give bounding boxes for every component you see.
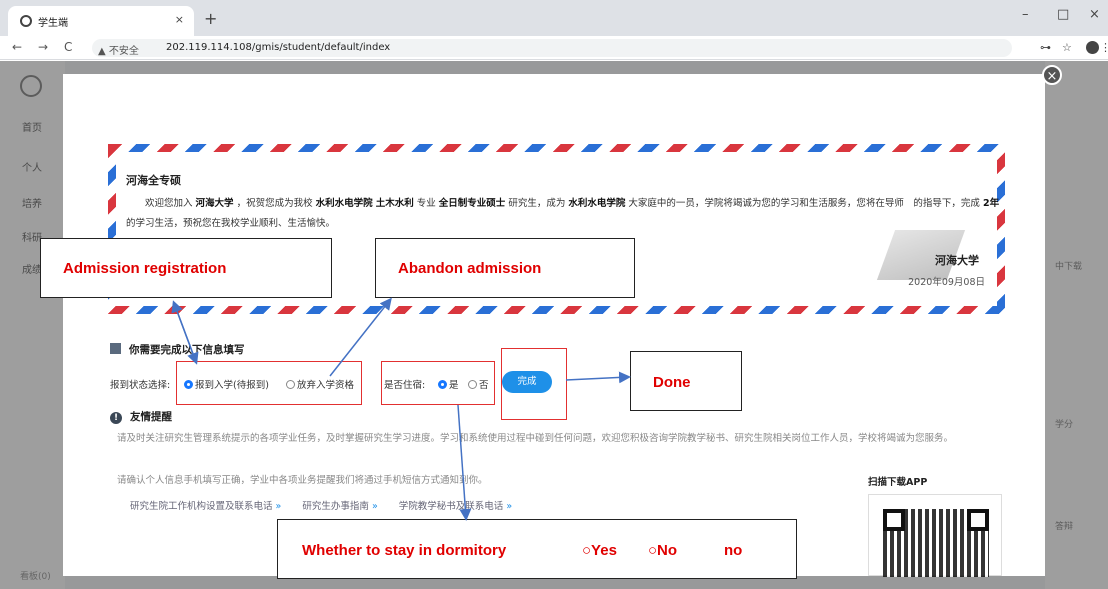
link-text[interactable]: 研究生院工作机构设置及联系电话 (130, 501, 273, 512)
callout-dorm: Whether to stay in dormitory ○Yes ○No no (277, 519, 797, 579)
callout-text: Abandon admission (398, 260, 542, 277)
chevron-right-icon: » (371, 501, 378, 512)
callout-text: no (724, 542, 743, 559)
tips-title: ! 友情提醒 (110, 409, 172, 424)
callout-text: ○Yes (582, 542, 617, 559)
link-guide[interactable]: 研究生办事指南 » (302, 501, 377, 512)
password-key-icon[interactable]: ⊶ (1040, 41, 1051, 54)
reload-button[interactable]: C (64, 40, 72, 54)
form-section-title: 你需要完成以下信息填写 (110, 342, 245, 357)
chevron-right-icon: » (275, 501, 282, 512)
section-icon (110, 343, 121, 354)
letter-date: 2020年09月08日 (908, 277, 985, 288)
back-button[interactable]: ← (12, 40, 22, 54)
link-text[interactable]: 研究生办事指南 (302, 501, 369, 512)
callout-done: Done (630, 351, 742, 411)
callout-text: ○No (648, 542, 678, 559)
callout-text: Whether to stay in dormitory (302, 542, 507, 559)
callout-text: Done (653, 374, 691, 391)
browser-tab-bar: 学生端 × + – □ × (0, 0, 1108, 36)
url-text: 202.119.114.108/gmis/student/default/ind… (166, 42, 391, 53)
link-org-contacts[interactable]: 研究生院工作机构设置及联系电话 » (130, 501, 281, 512)
qr-finder (883, 509, 905, 531)
chevron-right-icon: » (506, 501, 513, 512)
highlight-dorm (381, 361, 495, 405)
address-bar: ← → C ▲ 不安全 202.119.114.108/gmis/student… (0, 36, 1108, 60)
bookmark-star-icon[interactable]: ☆ (1062, 41, 1072, 54)
letter-text: 大家庭中的一员，学院将竭诚为您的学习和生活服务，您将在导师 的指导下，完成 (628, 198, 980, 209)
tips-title-text: 友情提醒 (130, 411, 172, 423)
letter-text: 专业 (416, 198, 436, 209)
letter-degree-type: 全日制专业硕士 (438, 198, 506, 209)
link-secretary-contacts[interactable]: 学院教学秘书及联系电话 » (399, 501, 512, 512)
minimize-button[interactable]: – (1022, 7, 1029, 22)
letter-text: 欢迎您加入 (145, 198, 193, 209)
letter-university: 河海大学 (195, 198, 234, 209)
browser-menu-icon[interactable]: ⋮ (1100, 41, 1108, 54)
qr-finder (967, 509, 989, 531)
modal-close-icon[interactable]: × (1042, 65, 1062, 85)
tab-favicon-icon (20, 15, 32, 27)
section-title-text: 你需要完成以下信息填写 (129, 344, 245, 356)
close-window-button[interactable]: × (1089, 7, 1100, 22)
alert-icon: ! (110, 412, 122, 424)
highlight-report-status (176, 361, 362, 405)
highlight-done (501, 348, 567, 420)
new-tab-button[interactable]: + (204, 9, 217, 28)
letter-text: ，祝贺您成为我校 (236, 198, 313, 209)
forward-button[interactable]: → (38, 40, 48, 54)
letter-body: 欢迎您加入 河海大学 ，祝贺您成为我校 水利水电学院 土木水利 专业 全日制专业… (126, 194, 1006, 234)
letter-college: 水利水电学院 (315, 198, 373, 209)
report-status-label: 报到状态选择: (110, 380, 171, 391)
tip-line-1: 请及时关注研究生管理系统提示的各项学业任务，及时掌握研究生学习进度。学习和系统使… (117, 433, 954, 444)
callout-text: Admission registration (63, 260, 227, 277)
browser-tab[interactable]: 学生端 × (8, 6, 194, 36)
tab-title: 学生端 (38, 18, 68, 29)
tab-close-icon[interactable]: × (175, 13, 184, 26)
profile-avatar[interactable] (1086, 41, 1099, 54)
callout-abandon: Abandon admission (375, 238, 635, 298)
letter-major: 土木水利 (375, 198, 414, 209)
letter-years: 2年 (982, 198, 1000, 209)
help-links: 研究生院工作机构设置及联系电话 » 研究生办事指南 » 学院教学秘书及联系电话 … (130, 498, 530, 512)
url-input[interactable]: ▲ 不安全 202.119.114.108/gmis/student/defau… (92, 39, 1012, 57)
letter-text: 研究生，成为 (508, 198, 566, 209)
security-indicator[interactable]: ▲ 不安全 (98, 42, 139, 57)
callout-admission: Admission registration (40, 238, 332, 298)
letter-signature: 河海大学 (935, 254, 979, 267)
letter-college: 水利水电学院 (568, 198, 626, 209)
maximize-button[interactable]: □ (1057, 7, 1069, 22)
letter-title: 河海全专硕 (126, 174, 181, 187)
qr-title: 扫描下载APP (868, 477, 928, 488)
letter-text: 的学习生活，预祝您在我校学业顺利、生活愉快。 (126, 218, 336, 229)
link-text[interactable]: 学院教学秘书及联系电话 (399, 501, 504, 512)
app-qr-code (868, 494, 1002, 577)
